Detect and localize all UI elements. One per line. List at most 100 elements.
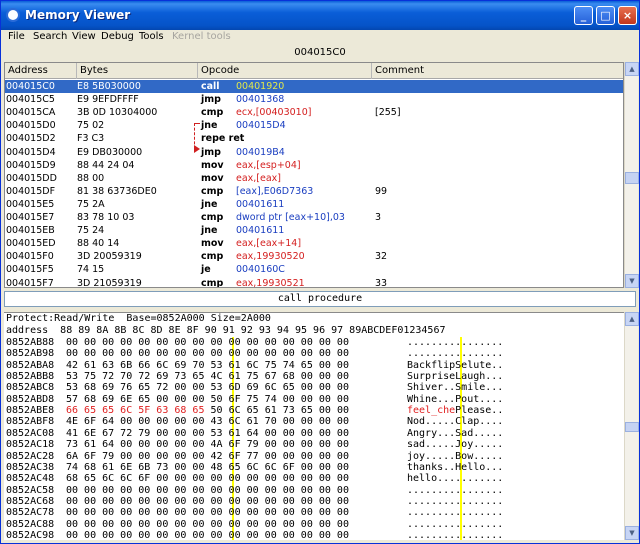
row-bytes: E8 5B030000 <box>77 81 141 92</box>
hex-row-address: 0852AC08 <box>6 427 55 439</box>
disassembler-scrollbar[interactable]: ▲ ▼ <box>624 62 639 288</box>
menu-kernel-tools[interactable]: Kernel tools <box>172 30 231 44</box>
row-mnemonic: mov <box>201 172 224 184</box>
hex-row-ascii: Shiver..Smile... <box>407 382 504 394</box>
hex-row-address: 0852AC28 <box>6 450 55 462</box>
hex-row[interactable]: 0852AC98 00 00 00 00 00 00 00 00 00 00 00… <box>4 530 624 540</box>
row-address: 004015D0 <box>6 120 56 132</box>
row-bytes: E9 DB030000 <box>77 146 143 158</box>
hex-scroll-thumb[interactable] <box>625 422 639 432</box>
close-button[interactable]: × <box>618 6 637 25</box>
row-mnemonic: je <box>201 264 211 276</box>
maximize-button[interactable]: □ <box>596 6 615 25</box>
column-comment[interactable]: Comment <box>372 63 623 79</box>
menu-debug[interactable]: Debug <box>101 30 134 44</box>
title-bar[interactable]: Memory Viewer _ □ × <box>1 1 639 30</box>
column-opcode[interactable]: Opcode <box>198 63 372 79</box>
hex-row-bytes: 57 68 69 6E 65 00 00 00 50 6F 75 74 00 0… <box>66 393 349 405</box>
hex-row-bytes: 4E 6F 64 00 00 00 00 00 43 6C 61 70 00 0… <box>66 416 349 428</box>
menu-search[interactable]: Search <box>33 30 67 44</box>
row-address: 004015E7 <box>6 212 55 223</box>
hex-row-address: 0852AC48 <box>6 473 55 485</box>
menu-file[interactable]: File <box>8 30 25 44</box>
disassembly-row[interactable]: 004015E5 75 2A jne 00401611 <box>5 198 623 211</box>
row-address: 004015D4 <box>6 146 56 158</box>
hex-row[interactable]: 0852ABA8 42 61 63 6B 66 6C 69 70 53 61 6C… <box>4 360 624 371</box>
row-bytes: 83 78 10 03 <box>77 212 135 223</box>
hex-scroll-down-button[interactable]: ▼ <box>625 526 639 540</box>
hex-row-address: 0852ABF8 <box>6 416 55 428</box>
disassembly-row[interactable]: 004015F5 74 15 je 0040160C <box>5 263 623 276</box>
hex-row[interactable]: 0852ABC8 53 68 69 76 65 72 00 00 53 6D 69… <box>4 382 624 393</box>
row-address: 004015D9 <box>6 159 56 171</box>
column-address[interactable]: Address <box>5 63 77 79</box>
hex-row-address: 0852AC98 <box>6 529 55 540</box>
row-operand: 00401611 <box>236 225 285 237</box>
row-operand: 00401920 <box>236 81 285 92</box>
hex-row[interactable]: 0852AC58 00 00 00 00 00 00 00 00 00 00 00… <box>4 485 624 496</box>
column-bytes[interactable]: Bytes <box>77 63 198 79</box>
row-address: 004015F5 <box>6 264 54 276</box>
hex-row[interactable]: 0852ABB8 53 75 72 70 72 69 73 65 4C 61 75… <box>4 371 624 382</box>
row-address: 004015C0 <box>6 81 55 92</box>
row-mnemonic: mov <box>201 159 224 171</box>
disassembly-row[interactable]: 004015C0 E8 5B030000 call 00401920 <box>5 80 623 93</box>
disassembly-row[interactable]: 004015D2 F3 C3 repe ret <box>5 132 623 145</box>
hex-scrollbar[interactable]: ▲ ▼ <box>624 312 639 540</box>
hex-row[interactable]: 0852AB88 00 00 00 00 00 00 00 00 00 00 00… <box>4 337 624 348</box>
hex-row-address: 0852ABB8 <box>6 371 55 383</box>
hex-scroll-up-button[interactable]: ▲ <box>625 312 639 326</box>
current-address-header: 004015C0 <box>4 45 636 61</box>
disassembler-column-headers: Address Bytes Opcode Comment <box>5 63 623 79</box>
row-operand: eax,[esp+04] <box>236 159 301 171</box>
hex-row[interactable]: 0852ABE8 66 65 65 6C 5F 63 68 65 50 6C 65… <box>4 405 624 416</box>
hex-row-bytes: 00 00 00 00 00 00 00 00 00 00 00 00 00 0… <box>66 529 349 540</box>
disassembly-row[interactable]: 004015E7 83 78 10 03 cmp dword ptr [eax+10]… <box>5 211 623 224</box>
hex-row-address: 0852AC78 <box>6 507 55 519</box>
hex-row-bytes: 6A 6F 79 00 00 00 00 00 42 6F 77 00 00 0… <box>66 450 349 462</box>
hex-view-panel[interactable]: Protect:Read/Write Base=0852A000 Size=2A… <box>4 312 624 540</box>
window-title: Memory Viewer <box>25 8 131 22</box>
hex-row[interactable]: 0852AC78 00 00 00 00 00 00 00 00 00 00 00… <box>4 507 624 518</box>
disassembly-row[interactable]: 004015F0 3D 20059319 cmp eax,19930520 32 <box>5 250 623 263</box>
disassembly-row[interactable]: 004015DF 81 38 63736DE0 cmp [eax],E06D7363 9… <box>5 185 623 198</box>
row-address: 004015DF <box>6 185 56 197</box>
hex-row[interactable]: 0852AB98 00 00 00 00 00 00 00 00 00 00 00… <box>4 348 624 359</box>
hex-row-bytes: 41 6E 67 72 79 00 00 00 53 61 64 00 00 0… <box>66 427 349 439</box>
row-mnemonic: cmp <box>201 185 224 197</box>
hex-row-ascii: Please.. <box>455 405 504 417</box>
hex-row-bytes: 00 00 00 00 00 00 00 00 00 00 00 00 00 0… <box>66 507 349 519</box>
minimize-button[interactable]: _ <box>574 6 593 25</box>
row-mnemonic: jmp <box>201 146 221 158</box>
hex-row-ascii: BackflipSelute.. <box>407 359 504 371</box>
row-address: 004015D2 <box>6 133 56 145</box>
hex-row[interactable]: 0852AC68 00 00 00 00 00 00 00 00 00 00 00… <box>4 496 624 507</box>
hex-row[interactable]: 0852ABD8 57 68 69 6E 65 00 00 00 50 6F 75… <box>4 394 624 405</box>
hex-row[interactable]: 0852AC38 74 68 61 6E 6B 73 00 00 48 65 6C… <box>4 462 624 473</box>
disassembly-row[interactable]: 004015D9 88 44 24 04 mov eax,[esp+04] <box>5 159 623 172</box>
scroll-down-button[interactable]: ▼ <box>625 274 639 288</box>
disassembly-row[interactable]: 004015D0 75 02 jne 004015D4 <box>5 119 623 132</box>
row-mnemonic: jne <box>201 225 218 237</box>
disassembly-row[interactable]: 004015ED 88 40 14 mov eax,[eax+14] <box>5 237 623 250</box>
hex-row[interactable]: 0852AC28 6A 6F 79 00 00 00 00 00 42 6F 77… <box>4 451 624 462</box>
row-operand: 00401611 <box>236 198 285 210</box>
hex-row[interactable]: 0852AC48 68 65 6C 6C 6F 00 00 00 00 00 00… <box>4 473 624 484</box>
disassembly-row[interactable]: 004015D4 E9 DB030000 jmp 004019B4 <box>5 146 623 159</box>
disassembly-row[interactable]: 004015C5 E9 9EFDFFFF jmp 00401368 <box>5 93 623 106</box>
disassembly-row[interactable]: 004015DD 88 00 mov eax,[eax] <box>5 172 623 185</box>
scroll-up-button[interactable]: ▲ <box>625 62 639 76</box>
hex-row[interactable]: 0852ABF8 4E 6F 64 00 00 00 00 00 43 6C 61… <box>4 416 624 427</box>
hex-row[interactable]: 0852AC08 41 6E 67 72 79 00 00 00 53 61 64… <box>4 428 624 439</box>
hex-row-ascii: joy.....Bow..... <box>407 450 504 462</box>
hex-row-ascii: ................ <box>407 484 504 496</box>
disassembly-row[interactable]: 004015F7 3D 21059319 cmp eax,19930521 33 <box>5 277 623 288</box>
scroll-thumb[interactable] <box>625 172 639 184</box>
menu-view[interactable]: View <box>72 30 96 44</box>
disassembly-row[interactable]: 004015EB 75 24 jne 00401611 <box>5 224 623 237</box>
disassembler-panel[interactable]: Address Bytes Opcode Comment 004015C0 E8 … <box>4 62 624 288</box>
menu-tools[interactable]: Tools <box>139 30 164 44</box>
disassembly-row[interactable]: 004015CA 3B 0D 10304000 cmp ecx,[00403010] [… <box>5 106 623 119</box>
hex-row[interactable]: 0852AC18 73 61 64 00 00 00 00 00 4A 6F 79… <box>4 439 624 450</box>
hex-row[interactable]: 0852AC88 00 00 00 00 00 00 00 00 00 00 00… <box>4 519 624 530</box>
